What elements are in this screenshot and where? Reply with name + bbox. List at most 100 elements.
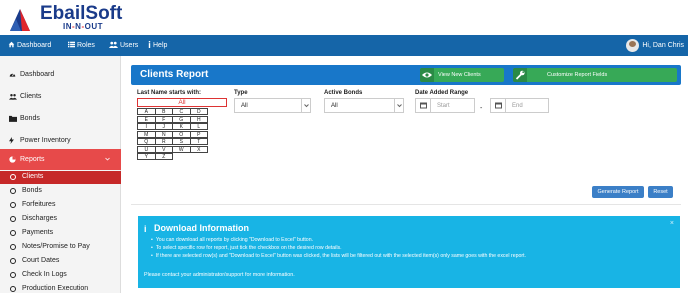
letter-filter-l[interactable]: L [189, 123, 208, 130]
report-subitem-court-dates[interactable]: Court Dates [0, 255, 121, 268]
sidebar-item-clients[interactable]: Clients [0, 90, 121, 104]
close-icon[interactable]: × [670, 220, 674, 227]
letter-filter-e[interactable]: E [137, 115, 156, 123]
date-range-separator: - [480, 105, 483, 112]
sidebar-item-label: Clients [20, 93, 42, 100]
report-subitem-clients[interactable]: Clients [0, 171, 121, 184]
sidebar: Dashboard Clients Bonds Power Inventory … [0, 56, 121, 293]
sidebar-item-dashboard[interactable]: Dashboard [0, 68, 121, 82]
logo-tagline: IN-N-OUT [63, 22, 104, 31]
customize-report-fields-button[interactable]: Customize Report Fields [513, 68, 677, 82]
date-range-filter-label: Date Added Range [415, 90, 469, 96]
letter-filter-j[interactable]: J [154, 123, 173, 130]
report-subitem-notes[interactable]: Notes/Promise to Pay [0, 241, 121, 254]
report-subitem-forfeitures[interactable]: Forfeitures [0, 199, 121, 212]
page-title: Clients Report [140, 69, 209, 80]
home-icon [8, 41, 15, 48]
user-greeting: Hi, Dan Chris [642, 42, 684, 49]
type-select-value: All [241, 103, 248, 109]
report-subitem-check-in-logs[interactable]: Check In Logs [0, 269, 121, 282]
letter-filter-z[interactable]: Z [154, 153, 173, 160]
letter-filter-p[interactable]: P [189, 130, 208, 138]
letter-filter-u[interactable]: U [137, 145, 156, 153]
active-bonds-select[interactable]: All [324, 98, 404, 113]
letter-filter-k[interactable]: K [172, 123, 191, 130]
nav-users[interactable]: Users [109, 35, 138, 56]
sidebar-item-bonds[interactable]: Bonds [0, 112, 121, 126]
circle-icon [10, 216, 16, 222]
list-icon [68, 41, 75, 48]
chevron-down-icon [105, 157, 110, 161]
user-menu[interactable]: Hi, Dan Chris [626, 38, 684, 53]
letter-filter-all[interactable]: All [137, 98, 227, 107]
nav-dashboard[interactable]: Dashboard [8, 35, 51, 56]
type-select[interactable]: All [234, 98, 311, 113]
download-info-bullet: To select specific row for report, just … [151, 245, 342, 251]
nav-roles[interactable]: Roles [68, 35, 95, 56]
calendar-icon [416, 99, 431, 112]
letter-filter-y[interactable]: Y [137, 153, 156, 160]
letter-filter-g[interactable]: G [172, 115, 191, 123]
download-info-contact: Please contact your administrator/suppor… [144, 272, 295, 278]
calendar-icon [491, 99, 506, 112]
letter-filter-w[interactable]: W [172, 145, 191, 153]
subitem-label: Notes/Promise to Pay [22, 243, 90, 250]
avatar [626, 38, 640, 52]
report-subitem-payments[interactable]: Payments [0, 227, 121, 240]
circle-icon [10, 188, 16, 194]
bolt-icon [9, 137, 14, 144]
users-icon [109, 41, 118, 48]
letter-filter-t[interactable]: T [189, 138, 208, 145]
end-date-field[interactable]: End [490, 98, 549, 113]
letter-filter-q[interactable]: Q [137, 138, 156, 145]
last-name-filter-label: Last Name starts with: [137, 90, 202, 96]
active-bonds-select-value: All [331, 103, 338, 109]
report-subitem-discharges[interactable]: Discharges [0, 213, 121, 226]
sidebar-item-label: Reports [20, 156, 45, 163]
circle-icon [10, 230, 16, 236]
subitem-label: Production Execution [22, 285, 89, 292]
circle-icon [10, 202, 16, 208]
nav-roles-label: Roles [77, 42, 95, 49]
info-icon: i [144, 224, 147, 234]
nav-dashboard-label: Dashboard [17, 42, 52, 49]
sidebar-item-label: Bonds [20, 115, 40, 122]
start-date-field[interactable]: Start [415, 98, 475, 113]
report-subitem-production-execution[interactable]: Production Execution [0, 283, 121, 293]
letter-filter-n[interactable]: N [154, 130, 173, 138]
sidebar-item-power-inventory[interactable]: Power Inventory [0, 134, 121, 148]
letter-filter-r[interactable]: R [154, 138, 173, 145]
letter-filter-b[interactable]: B [154, 108, 173, 115]
circle-icon [10, 286, 16, 292]
letter-filter-h[interactable]: H [189, 115, 208, 123]
letter-filter-d[interactable]: D [189, 108, 208, 115]
reset-button[interactable]: Reset [648, 186, 673, 198]
letter-filter-c[interactable]: C [172, 108, 191, 115]
letter-filter-f[interactable]: F [154, 115, 173, 123]
view-new-clients-button[interactable]: View New Clients [420, 68, 504, 82]
users-icon [9, 94, 17, 100]
letter-filter-o[interactable]: O [172, 130, 191, 138]
info-icon [148, 41, 151, 48]
circle-icon [10, 258, 16, 264]
chevron-down-icon [394, 99, 403, 112]
letter-filter-x[interactable]: X [189, 145, 208, 153]
sidebar-item-label: Power Inventory [20, 137, 71, 144]
sidebar-item-reports[interactable]: Reports [0, 149, 121, 170]
logo-bar: EbailSoft IN-N-OUT [0, 0, 688, 35]
active-bonds-filter-label: Active Bonds [324, 90, 363, 96]
letter-filter-i[interactable]: I [137, 123, 156, 130]
sidebar-item-label: Dashboard [20, 71, 55, 78]
report-subitem-bonds[interactable]: Bonds [0, 185, 121, 198]
top-navbar: Dashboard Roles Users Help Hi, Dan Chris [0, 35, 688, 56]
start-date-placeholder: Start [437, 103, 450, 109]
nav-help[interactable]: Help [148, 35, 167, 56]
nav-help-label: Help [153, 42, 168, 49]
divider [131, 204, 681, 205]
letter-filter-a[interactable]: A [137, 108, 156, 115]
letter-filter-m[interactable]: M [137, 130, 156, 138]
pie-chart-icon [9, 156, 16, 163]
letter-filter-s[interactable]: S [172, 138, 191, 145]
generate-report-button[interactable]: Generate Report [592, 186, 644, 198]
letter-filter-v[interactable]: V [154, 145, 173, 153]
